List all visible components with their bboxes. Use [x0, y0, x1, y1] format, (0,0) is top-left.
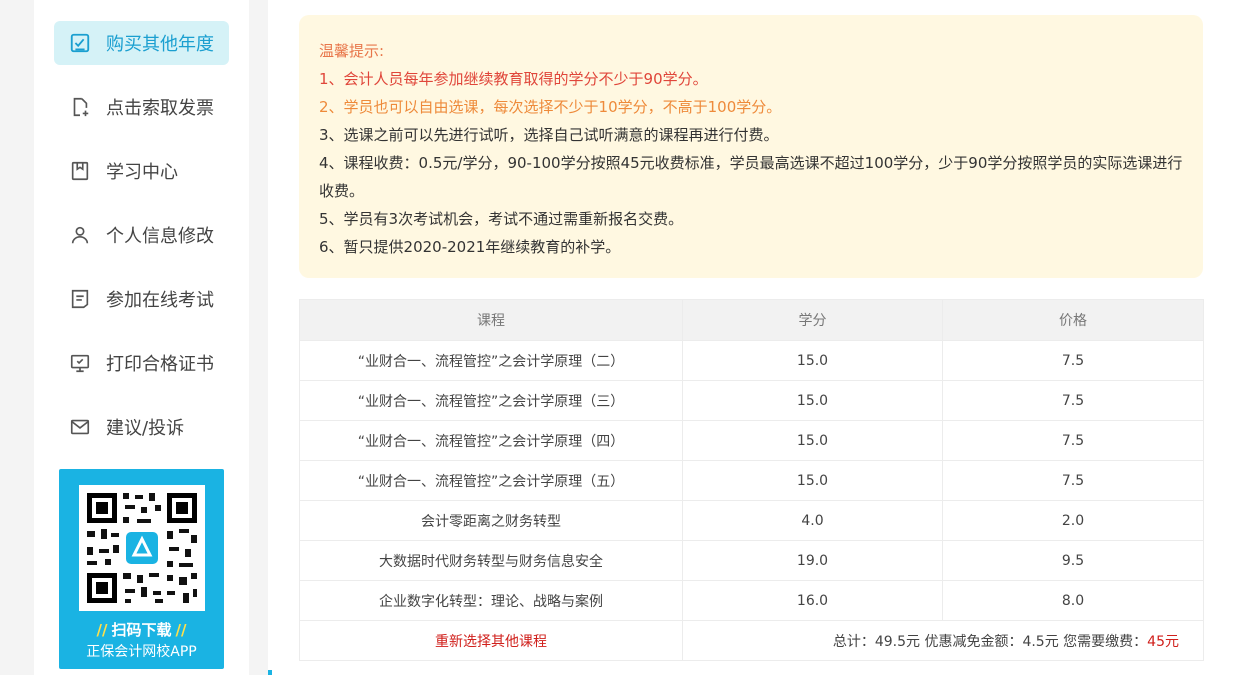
- bookmark-icon: [68, 159, 92, 183]
- qr-code: [79, 485, 205, 611]
- monitor-icon: [68, 351, 92, 375]
- exam-icon: [68, 287, 92, 311]
- main-content: 温馨提示: 1、会计人员每年参加继续教育取得的学分不少于90学分。 2、学员也可…: [268, 0, 1233, 675]
- sidebar-item-label: 购买其他年度: [106, 34, 214, 55]
- notice-line: 6、暂只提供2020-2021年继续教育的补学。: [319, 238, 621, 256]
- course-name: “业财合一、流程管控”之会计学原理（五）: [299, 460, 683, 501]
- sidebar-item-label: 点击索取发票: [106, 98, 214, 119]
- sidebar-item-invoice[interactable]: 点击索取发票: [54, 85, 229, 129]
- course-price: 7.5: [942, 340, 1204, 381]
- summary-row: 重新选择其他课程 总计：49.5元 优惠减免金额：4.5元 您需要缴费：45元: [299, 620, 1204, 661]
- checkbox-icon: [68, 31, 92, 55]
- course-name: “业财合一、流程管控”之会计学原理（二）: [299, 340, 683, 381]
- sidebar-item-label: 个人信息修改: [106, 226, 214, 247]
- course-credit: 15.0: [682, 420, 943, 461]
- course-price: 9.5: [942, 540, 1204, 581]
- slash-decoration-icon: //: [96, 621, 108, 639]
- course-credit: 15.0: [682, 460, 943, 501]
- table-row: “业财合一、流程管控”之会计学原理（五） 15.0 7.5: [299, 460, 1204, 501]
- payment-summary: 总计：49.5元 优惠减免金额：4.5元 您需要缴费：: [832, 633, 1148, 650]
- sidebar-item-print-certificate[interactable]: 打印合格证书: [54, 341, 229, 385]
- table-row: “业财合一、流程管控”之会计学原理（二） 15.0 7.5: [299, 340, 1204, 381]
- section-marker: [268, 670, 272, 675]
- course-credit: 15.0: [682, 340, 943, 381]
- final-amount: 45元: [1147, 633, 1179, 650]
- course-name: 企业数字化转型：理论、战略与案例: [299, 580, 683, 621]
- slash-decoration-icon: //: [175, 621, 187, 639]
- document-add-icon: [68, 95, 92, 119]
- notice-title: 温馨提示:: [319, 42, 385, 60]
- user-icon: [68, 223, 92, 247]
- course-price: 7.5: [942, 380, 1204, 421]
- course-table: 课程 学分 价格 “业财合一、流程管控”之会计学原理（二） 15.0 7.5 “…: [299, 299, 1204, 661]
- notice-box: 温馨提示: 1、会计人员每年参加继续教育取得的学分不少于90学分。 2、学员也可…: [299, 15, 1203, 278]
- table-header-row: 课程 学分 价格: [299, 299, 1204, 341]
- course-name: 会计零距离之财务转型: [299, 500, 683, 541]
- sidebar: 购买其他年度 点击索取发票 学习中心 个人信息修改 参加在线考试 打印合格证书: [34, 0, 249, 675]
- qr-caption: 扫码下载: [111, 621, 172, 639]
- notice-line: 2、学员也可以自由选课，每次选择不少于10学分，不高于100学分。: [319, 98, 782, 116]
- header-credit: 学分: [682, 299, 943, 341]
- course-name: “业财合一、流程管控”之会计学原理（四）: [299, 420, 683, 461]
- course-credit: 16.0: [682, 580, 943, 621]
- app-name: 正保会计网校APP: [86, 644, 197, 660]
- sidebar-item-label: 建议/投诉: [106, 418, 185, 439]
- mail-icon: [68, 415, 92, 439]
- table-row: 企业数字化转型：理论、战略与案例 16.0 8.0: [299, 580, 1204, 621]
- notice-line: 3、选课之前可以先进行试听，选择自己试听满意的课程再进行付费。: [319, 126, 779, 144]
- notice-line: 5、学员有3次考试机会，考试不通过需重新报名交费。: [319, 210, 684, 228]
- header-course: 课程: [299, 299, 683, 341]
- table-row: 会计零距离之财务转型 4.0 2.0: [299, 500, 1204, 541]
- app-download-card: //扫码下载// 正保会计网校APP: [59, 469, 224, 669]
- sidebar-item-online-exam[interactable]: 参加在线考试: [54, 277, 229, 321]
- course-price: 7.5: [942, 460, 1204, 501]
- sidebar-item-label: 学习中心: [106, 162, 178, 183]
- header-price: 价格: [942, 299, 1204, 341]
- course-credit: 4.0: [682, 500, 943, 541]
- sidebar-item-profile[interactable]: 个人信息修改: [54, 213, 229, 257]
- notice-line: 1、会计人员每年参加继续教育取得的学分不少于90学分。: [319, 70, 708, 88]
- course-price: 2.0: [942, 500, 1204, 541]
- notice-line: 4、课程收费：0.5元/学分，90-100学分按照45元收费标准，学员最高选课不…: [319, 154, 1183, 200]
- table-row: 大数据时代财务转型与财务信息安全 19.0 9.5: [299, 540, 1204, 581]
- sidebar-item-label: 参加在线考试: [106, 290, 214, 311]
- table-row: “业财合一、流程管控”之会计学原理（三） 15.0 7.5: [299, 380, 1204, 421]
- sidebar-item-buy-other-year[interactable]: 购买其他年度: [54, 21, 229, 65]
- sidebar-item-label: 打印合格证书: [106, 354, 214, 375]
- course-credit: 19.0: [682, 540, 943, 581]
- course-name: 大数据时代财务转型与财务信息安全: [299, 540, 683, 581]
- course-credit: 15.0: [682, 380, 943, 421]
- course-name: “业财合一、流程管控”之会计学原理（三）: [299, 380, 683, 421]
- sidebar-item-study-center[interactable]: 学习中心: [54, 149, 229, 193]
- reselect-courses-link[interactable]: 重新选择其他课程: [435, 634, 547, 650]
- course-price: 8.0: [942, 580, 1204, 621]
- table-row: “业财合一、流程管控”之会计学原理（四） 15.0 7.5: [299, 420, 1204, 461]
- sidebar-item-feedback[interactable]: 建议/投诉: [54, 405, 229, 449]
- course-price: 7.5: [942, 420, 1204, 461]
